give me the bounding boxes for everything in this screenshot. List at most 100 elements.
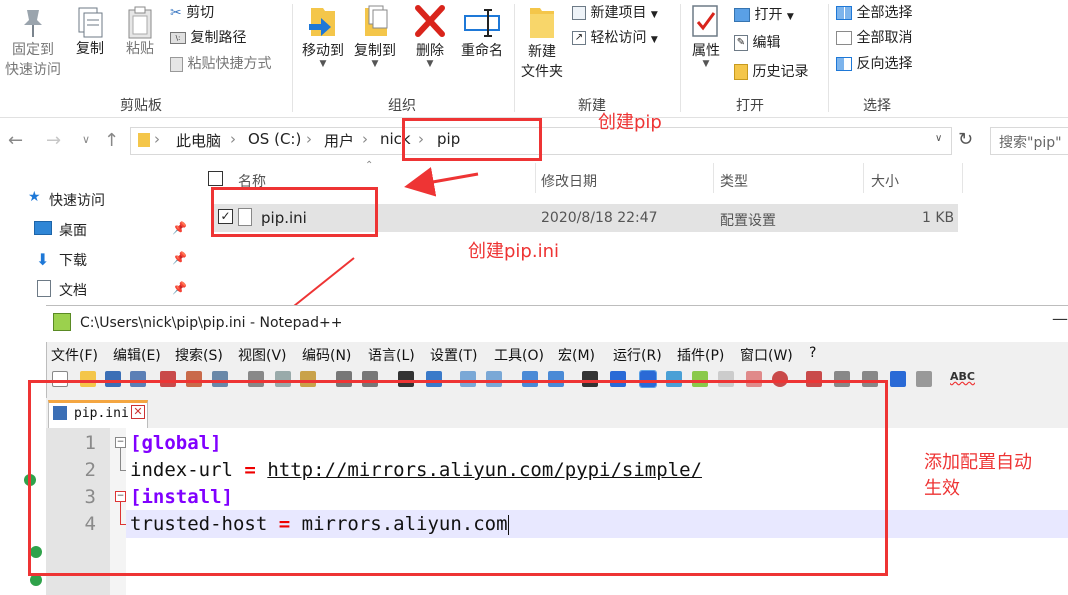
menu-view[interactable]: 视图(V) [238,345,287,365]
new-item-button[interactable]: 新建项目 ▼ [572,3,658,25]
copy-to-dropdown-icon: ▼ [371,59,379,69]
file-type: 配置设置 [720,213,776,229]
delete-label: 删除 [416,43,444,59]
open-button[interactable]: 打开 ▼ [734,5,794,27]
delete-x-icon [415,5,445,37]
new-item-dropdown-icon: ▼ [650,10,658,20]
invert-selection-label: 反向选择 [856,56,913,72]
paste-shortcut-icon [170,56,183,72]
menu-settings[interactable]: 设置(T) [430,345,477,365]
select-none-label: 全部取消 [856,30,913,46]
file-size: 1 KB [922,210,955,226]
history-icon [734,64,748,80]
annotation-box-editor [28,380,888,576]
new-folder-button[interactable]: 新建 文件夹 [518,2,566,82]
history-label: 历史记录 [752,64,809,80]
nav-downloads[interactable]: 下载 [59,250,87,270]
desktop-icon [34,221,52,235]
clipboard-group-label: 剪贴板 [120,98,162,114]
copy-to-label: 复制到 [354,43,396,59]
recent-locations-chevron-icon[interactable]: ∨ [82,133,90,146]
nav-quick-access[interactable]: 快速访问 [49,190,105,210]
breadcrumb-os-drive[interactable]: OS (C:) [248,130,301,148]
organize-group-label: 组织 [388,98,416,114]
menu-run[interactable]: 运行(R) [613,345,662,365]
menu-file[interactable]: 文件(F) [51,345,98,365]
pin-quick-access-button[interactable]: 固定到 快速访问 [2,6,64,80]
folder-icon [138,133,150,147]
paste-button[interactable]: 粘贴 [118,6,162,58]
save-macro-icon[interactable] [916,371,932,387]
rename-button[interactable]: 重命名 [456,2,508,60]
edit-icon: ✎ [734,35,748,51]
copy-path-icon: \: [170,32,186,44]
open-group-label: 打开 [736,98,764,114]
column-header-type[interactable]: 类型 [720,171,748,191]
column-separator [863,163,864,193]
copy-path-button[interactable]: \: 复制路径 [170,28,246,48]
minimize-icon[interactable]: — [1052,309,1068,328]
spell-check-icon[interactable]: ABC [950,370,975,383]
move-to-label: 移动到 [302,43,344,59]
annotation-create-pip: 创建pip [598,112,662,133]
select-none-button[interactable]: 全部取消 [836,28,912,48]
select-group-label: 选择 [863,98,891,114]
column-header-size[interactable]: 大小 [871,171,899,191]
menu-help[interactable]: ? [809,345,816,361]
select-all-button[interactable]: 全部选择 [836,3,912,23]
breadcrumb-separator-icon: › [362,130,368,148]
back-arrow-icon[interactable]: ← [8,130,23,151]
menu-language[interactable]: 语言(L) [368,345,415,365]
properties-dropdown-icon: ▼ [702,59,710,69]
properties-button[interactable]: 属性 ▼ [686,2,726,69]
open-icon [734,8,750,22]
copy-button[interactable]: 复制 [70,6,110,58]
select-all-checkbox[interactable] [208,171,223,186]
invert-selection-button[interactable]: 反向选择 [836,54,912,74]
up-arrow-icon[interactable]: ↑ [104,130,119,151]
copy-to-icon [365,5,388,36]
forward-arrow-icon[interactable]: → [46,130,61,151]
fast-forward-icon[interactable] [890,371,906,387]
pin-icon: 📌 [172,221,187,235]
delete-button[interactable]: 删除 ▼ [410,2,450,69]
copy-to-button[interactable]: 复制到 ▼ [350,2,400,69]
column-header-date[interactable]: 修改日期 [541,171,597,191]
copy-label: 复制 [76,41,104,57]
paste-shortcut-button[interactable]: 粘贴快捷方式 [170,54,271,74]
pin-label: 固定到 快速访问 [5,42,61,78]
cut-button[interactable]: ✂ 剪切 [170,3,214,23]
breadcrumb-this-pc[interactable]: 此电脑 [176,130,221,151]
rename-icon [464,9,500,37]
new-item-label: 新建项目 [590,5,647,21]
delete-dropdown-icon: ▼ [426,59,434,69]
menu-encoding[interactable]: 编码(N) [302,345,351,365]
annotation-auto-effect: 添加配置自动 生效 [924,450,1032,502]
history-button[interactable]: 历史记录 [734,62,808,82]
menu-plugins[interactable]: 插件(P) [677,345,724,365]
easy-access-button[interactable]: ↗ 轻松访问 ▼ [572,28,658,50]
pin-icon: 📌 [172,281,187,295]
menu-tools[interactable]: 工具(O) [494,345,544,365]
search-input[interactable]: 搜索"pip" [990,127,1068,155]
nav-desktop[interactable]: 桌面 [59,220,87,240]
menu-search[interactable]: 搜索(S) [175,345,223,365]
select-none-icon [836,31,852,45]
pin-icon [24,10,42,37]
menu-edit[interactable]: 编辑(E) [113,345,161,365]
column-separator [535,163,536,193]
quick-access-star-icon: ★ [28,189,41,205]
refresh-icon[interactable]: ↻ [958,129,973,150]
column-separator [962,163,963,193]
edit-button[interactable]: ✎ 编辑 [734,33,780,53]
menu-window[interactable]: 窗口(W) [740,345,793,365]
nav-documents[interactable]: 文档 [59,280,87,300]
ribbon-separator [292,4,293,112]
move-to-button[interactable]: 移动到 ▼ [298,2,348,69]
menu-macro[interactable]: 宏(M) [558,345,595,365]
npp-title: C:\Users\nick\pip\pip.ini - Notepad++ [80,315,343,331]
properties-label: 属性 [692,43,720,59]
pin-icon: 📌 [172,251,187,265]
address-dropdown-icon[interactable]: ∨ [935,133,942,144]
breadcrumb-users[interactable]: 用户 [324,130,354,151]
